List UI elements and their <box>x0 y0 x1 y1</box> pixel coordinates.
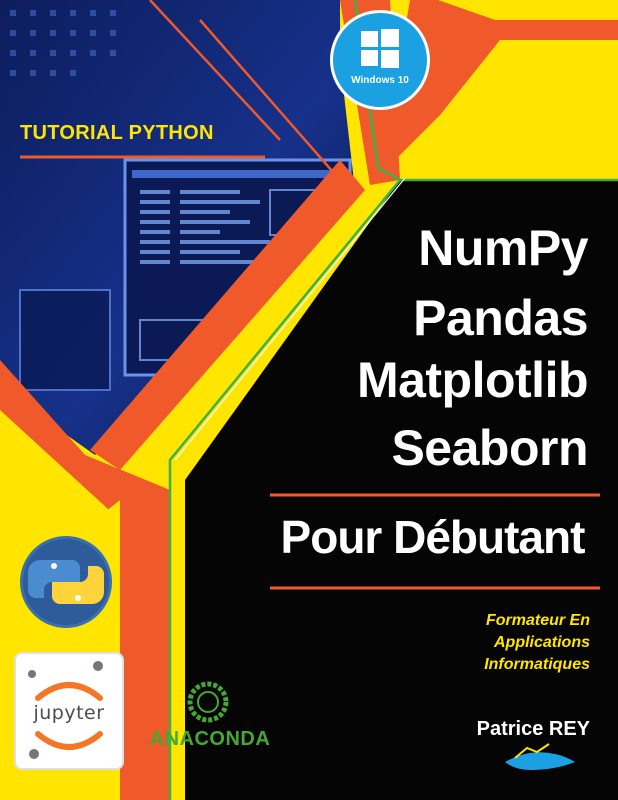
anaconda-wordmark: ANACONDA <box>149 728 271 750</box>
guide-heading: GUIDE PRATIQUE <box>416 112 601 182</box>
role-line-1: Formateur En <box>485 612 590 629</box>
windows-10-badge: Windows 10 <box>330 10 430 110</box>
library-title-numpy: NumPy <box>418 220 588 276</box>
windows-logo-icon <box>361 29 399 68</box>
role-line-2: Applications <box>493 634 590 651</box>
library-title-pandas: Pandas <box>413 290 588 346</box>
library-title-seaborn: Seaborn <box>391 420 588 476</box>
role-line-3: Informatiques <box>484 656 590 673</box>
audience-title: Pour Débutant <box>280 511 586 563</box>
author-role: Formateur En Applications Informatiques <box>440 610 590 676</box>
python-logo <box>20 536 112 628</box>
series-label: TUTORIAL PYTHON <box>20 122 214 144</box>
windows-10-label: Windows 10 <box>351 75 409 86</box>
guide-line-2: PRATIQUE <box>478 151 601 178</box>
author-name: Patrice REY <box>476 718 590 740</box>
library-title-matplotlib: Matplotlib <box>356 352 589 408</box>
jupyter-wordmark: jupyter <box>33 702 105 724</box>
jupyter-logo: jupyter <box>14 652 124 770</box>
guide-line-1: GUIDE <box>524 116 601 143</box>
